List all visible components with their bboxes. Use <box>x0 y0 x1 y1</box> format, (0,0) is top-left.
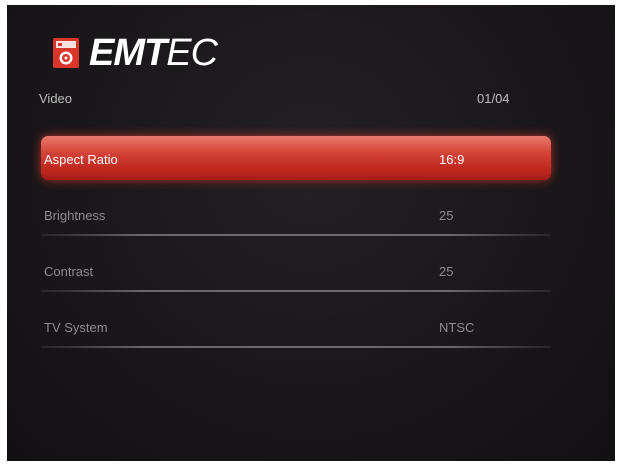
row-divider <box>41 290 551 292</box>
tv-screen: EMTEC Video 01/04 Aspect Ratio 16:9 Brig… <box>7 5 615 461</box>
emtec-speaker-icon <box>53 38 79 68</box>
setting-brightness[interactable]: Brightness 25 <box>41 192 551 236</box>
setting-label: TV System <box>44 320 108 335</box>
row-divider <box>41 234 551 236</box>
setting-value: 25 <box>439 264 454 279</box>
setting-label: Contrast <box>44 264 94 279</box>
setting-value: 25 <box>439 208 454 223</box>
setting-aspect-ratio[interactable]: Aspect Ratio 16:9 <box>41 136 551 180</box>
setting-tv-system[interactable]: TV System NTSC <box>41 304 551 348</box>
setting-contrast[interactable]: Contrast 25 <box>41 248 551 292</box>
page-indicator: 01/04 <box>477 91 510 106</box>
wordmark-bold: EMT <box>89 32 167 74</box>
emtec-logo: EMTEC <box>53 31 218 75</box>
setting-label: Brightness <box>44 208 106 223</box>
setting-value: NTSC <box>439 320 475 335</box>
settings-menu: Aspect Ratio 16:9 Brightness 25 Contrast… <box>41 136 551 360</box>
wordmark-light: EC <box>166 32 218 74</box>
emtec-wordmark: EMTEC <box>89 32 218 74</box>
setting-label: Aspect Ratio <box>44 152 118 167</box>
section-title: Video <box>39 91 73 106</box>
row-divider <box>41 346 551 348</box>
setting-value: 16:9 <box>439 152 465 167</box>
